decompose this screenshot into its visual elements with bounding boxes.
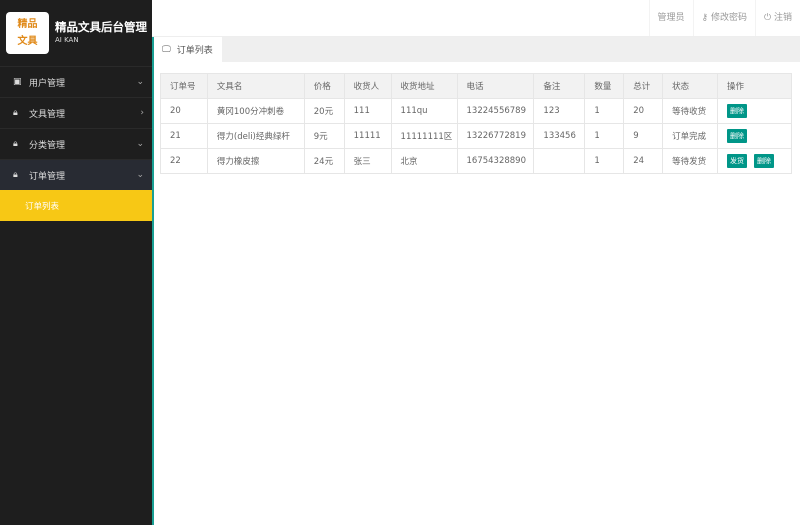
sidebar-menu: ▣ 用户管理 ⌄ 🔒︎ 文具管理 › 🔒︎ 分类管理 ⌄ 🔒︎ 订单管理 ⌄ 订单列表: [0, 66, 152, 221]
chevron-right-icon: ›: [140, 108, 144, 118]
actions-cell: 发货 删除: [717, 148, 792, 174]
ship-button[interactable]: 发货: [727, 154, 748, 168]
sidebar: 精品文具 精品文具后台管理 AI KAN ▣ 用户管理 ⌄ 🔒︎ 文具管理 › 🔒︎ 分类…: [0, 0, 152, 525]
logout-label: 注销: [773, 13, 792, 23]
actions-cell: 删除: [717, 98, 792, 124]
change-password-label: 修改密码: [710, 13, 747, 23]
logout-link[interactable]: ⏻ 注销: [755, 0, 800, 36]
sidebar-item-users[interactable]: ▣ 用户管理 ⌄: [0, 66, 152, 97]
table-cell: 20: [160, 98, 208, 124]
table-cell: 北京: [390, 148, 458, 174]
table-cell: 24元: [303, 148, 345, 174]
table-cell: 黄冈100分冲刺卷: [206, 98, 305, 124]
table-cell: 订单完成: [662, 123, 719, 149]
chevron-down-icon: ⌄: [136, 77, 144, 87]
table-cell: 11111111区: [390, 123, 458, 149]
logo-text: 精品: [17, 19, 38, 30]
table-cell: 1: [584, 123, 625, 149]
tab-order-list[interactable]: 🖵︎ 订单列表: [154, 37, 222, 62]
table-cell: 13226772819: [456, 123, 535, 149]
table-header-row: 订单号 文具名 价格 收货人 收货地址 电话 备注 数量 总计 状态 操作: [160, 73, 792, 99]
table-cell: 16754328890: [456, 148, 535, 174]
table-cell: 133456: [533, 123, 586, 149]
column-header: 订单号: [160, 73, 208, 99]
sidebar-item-label: 订单管理: [29, 171, 66, 182]
table-cell: 9元: [303, 123, 345, 149]
power-icon: ⏻: [764, 13, 774, 23]
sidebar-item-orders[interactable]: 🔒︎ 订单管理 ⌄: [0, 159, 152, 190]
app-subtitle: AI KAN: [55, 36, 79, 44]
logo-text: 文具: [17, 36, 38, 47]
column-header: 文具名: [206, 73, 305, 99]
column-header: 价格: [303, 73, 345, 99]
sidebar-item-stationery[interactable]: 🔒︎ 文具管理 ›: [0, 97, 152, 128]
chevron-down-icon: ⌄: [136, 170, 144, 180]
table-cell: 22: [160, 148, 208, 174]
sidebar-item-label: 用户管理: [29, 78, 66, 89]
table-cell: 等待收货: [662, 98, 719, 124]
monitor-icon: 🖵︎: [162, 44, 171, 55]
delete-button[interactable]: 删除: [727, 104, 748, 118]
admin-user[interactable]: 管理员: [648, 0, 693, 36]
table-cell: [533, 148, 586, 174]
id-card-icon: ▣: [13, 77, 22, 87]
table-cell: 111qu: [390, 98, 458, 124]
change-password-link[interactable]: ⚷ 修改密码: [692, 0, 755, 36]
column-header: 备注: [533, 73, 586, 99]
key-icon: ⚷: [701, 13, 711, 23]
table-row: 21 得力(deli)经典绿杆 9元 11111 11111111区 1322677281…: [160, 123, 792, 149]
app-title: 精品文具后台管理: [55, 20, 147, 34]
column-header: 状态: [662, 73, 719, 99]
table-cell: 1: [584, 98, 625, 124]
table-cell: 20元: [303, 98, 345, 124]
sidebar-item-label: 分类管理: [29, 140, 66, 151]
actions-cell: 删除: [717, 123, 792, 149]
table-cell: 等待发货: [662, 148, 719, 174]
table-cell: 21: [160, 123, 208, 149]
lock-icon: 🔒︎: [13, 139, 18, 149]
logo: 精品 文具: [6, 12, 49, 54]
column-header: 收货人: [343, 73, 392, 99]
lock-icon: 🔒︎: [13, 170, 18, 180]
column-header: 收货地址: [390, 73, 458, 99]
top-header: 管理员 ⚷ 修改密码 ⏻ 注销: [152, 0, 800, 37]
table-cell: 得力(deli)经典绿杆: [206, 123, 305, 149]
delete-button[interactable]: 删除: [754, 154, 775, 168]
table-cell: 11111: [343, 123, 392, 149]
orders-table: 订单号 文具名 价格 收货人 收货地址 电话 备注 数量 总计 状态 操作 20 黄冈100分冲刺卷 2…: [160, 73, 792, 174]
tab-bar: 🖵︎ 订单列表: [154, 37, 800, 62]
column-header: 总计: [623, 73, 664, 99]
table-row: 22 得力橡皮擦 24元 张三 北京 16754328890 1 24 等待发货 发货 删除: [160, 148, 792, 174]
table-cell: 20: [623, 98, 664, 124]
column-header: 数量: [584, 73, 625, 99]
table-cell: 24: [623, 148, 664, 174]
delete-button[interactable]: 删除: [727, 129, 748, 143]
table-cell: 1: [584, 148, 625, 174]
chevron-down-icon: ⌄: [136, 139, 144, 149]
table-row: 20 黄冈100分冲刺卷 20元 111 111qu 13224556789 123 1 20 等…: [160, 98, 792, 124]
column-header: 操作: [717, 73, 792, 99]
lock-icon: 🔒︎: [13, 108, 18, 118]
table-cell: 123: [533, 98, 586, 124]
table-cell: 111: [343, 98, 392, 124]
sidebar-subitem-order-list[interactable]: 订单列表: [0, 190, 152, 221]
table-cell: 得力橡皮擦: [206, 148, 305, 174]
divider: [152, 37, 154, 525]
table-cell: 13224556789: [456, 98, 535, 124]
table-cell: 9: [623, 123, 664, 149]
table-cell: 张三: [343, 148, 392, 174]
sidebar-item-categories[interactable]: 🔒︎ 分类管理 ⌄: [0, 128, 152, 159]
sidebar-item-label: 文具管理: [29, 109, 66, 120]
column-header: 电话: [456, 73, 535, 99]
tab-label: 订单列表: [176, 46, 213, 56]
